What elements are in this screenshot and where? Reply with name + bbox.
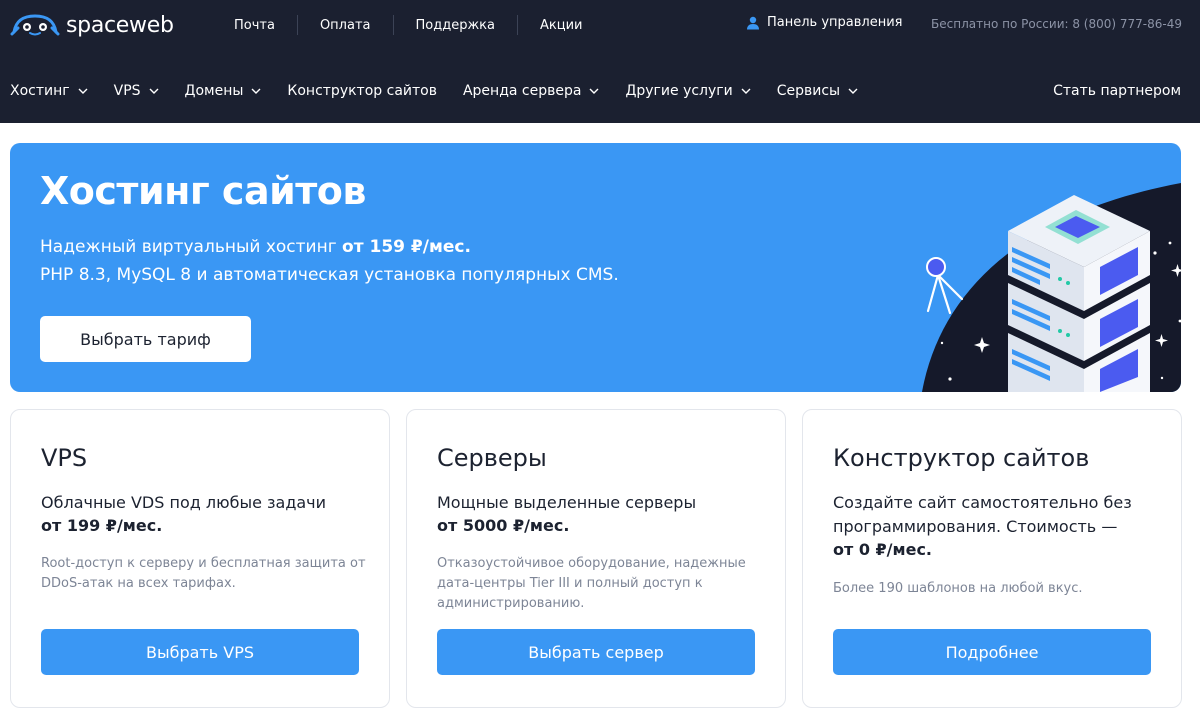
nav-item-domains[interactable]: Домены [185,83,262,99]
site-header: spaceweb Почта Оплата Поддержка Акции Па… [0,0,1200,123]
choose-plan-button[interactable]: Выбрать тариф [40,316,251,362]
card-price: от 0 ₽/мес. [833,540,933,559]
nav-item-site-builder[interactable]: Конструктор сайтов [287,83,437,99]
card-title: Конструктор сайтов [833,444,1090,472]
card-note: Более 190 шаблонов на любой вкус. [833,581,1083,596]
nav-item-label: Конструктор сайтов [287,83,437,99]
choose-server-button[interactable]: Выбрать сервер [437,629,755,675]
choose-vps-button[interactable]: Выбрать VPS [41,629,359,675]
chevron-down-icon [251,88,261,94]
card-description: Облачные VDS под любые задачи [41,493,327,512]
card-title: VPS [41,444,88,472]
hero-price: от 159 ₽/мес. [342,237,471,257]
nav-item-hosting[interactable]: Хостинг [10,83,88,99]
logo[interactable]: spaceweb [10,10,174,40]
chevron-down-icon [848,88,858,94]
nav-item-label: Сервисы [776,83,841,99]
nav-item-vps[interactable]: VPS [114,83,159,99]
logo-text: spaceweb [66,12,174,38]
logo-icon [10,14,60,36]
nav-item-services[interactable]: Сервисы [777,83,858,99]
hero-banner: Хостинг сайтов Надежный виртуальный хост… [10,143,1181,392]
nav-item-server-rent[interactable]: Аренда сервера [463,83,599,99]
control-panel-link[interactable]: Панель управления [746,15,903,30]
main-nav: Хостинг VPS Домены Конструктор сайтов Ар… [10,78,1181,104]
more-details-button[interactable]: Подробнее [833,629,1151,675]
chevron-down-icon [589,88,599,94]
hero-subtitle-text: Надежный виртуальный хостинг [40,237,343,257]
hero-subtitle: Надежный виртуальный хостинг от 159 ₽/ме… [40,237,471,257]
nav-item-label: Аренда сервера [462,83,582,99]
card-site-builder: Конструктор сайтов Создайте сайт самосто… [802,409,1182,708]
nav-item-partner[interactable]: Стать партнером [1053,83,1181,99]
card-note: Отказоустойчивое оборудование, надежные … [437,556,746,611]
nav-item-label: Другие услуги [625,83,733,99]
top-links: Почта Оплата Поддержка Акции [212,14,605,36]
satellite-icon [926,257,964,315]
hero-title: Хостинг сайтов [40,169,366,213]
hero-features: PHP 8.3, MySQL 8 и автоматическая устано… [40,265,619,285]
chevron-down-icon [741,88,751,94]
top-link-mail[interactable]: Почта [212,18,297,33]
control-panel-label: Панель управления [767,15,903,30]
card-price: от 5000 ₽/мес. [437,516,570,535]
chevron-down-icon [149,88,159,94]
card-vps: VPS Облачные VDS под любые задачи от 199… [10,409,390,708]
card-title: Серверы [437,444,547,472]
card-description: Создайте сайт самостоятельно без програм… [833,493,1132,536]
chevron-down-icon [78,88,88,94]
card-description: Мощные выделенные серверы [437,493,697,512]
top-link-support[interactable]: Поддержка [394,18,518,33]
nav-item-other-services[interactable]: Другие услуги [625,83,751,99]
card-price: от 199 ₽/мес. [41,516,163,535]
phone-number: Бесплатно по России: 8 (800) 777-86-49 [931,17,1182,31]
card-servers: Серверы Мощные выделенные серверы от 500… [406,409,786,708]
nav-item-label: Домены [184,83,244,99]
card-note: Root-доступ к серверу и бесплатная защит… [41,556,366,591]
hero-illustration [922,183,1181,392]
nav-item-label: Хостинг [10,83,70,99]
nav-item-label: VPS [113,83,141,99]
top-link-payment[interactable]: Оплата [298,18,393,33]
user-icon [747,16,759,29]
top-link-promo[interactable]: Акции [518,18,605,33]
